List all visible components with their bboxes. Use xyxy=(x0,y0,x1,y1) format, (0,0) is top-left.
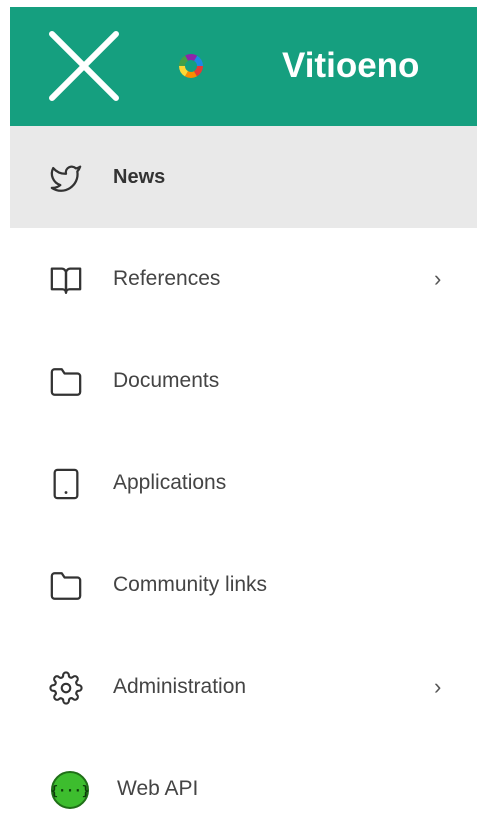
nav-item-community-links[interactable]: Community links xyxy=(10,534,477,636)
nav-item-applications[interactable]: Applications xyxy=(10,432,477,534)
api-icon: {···} xyxy=(50,770,90,810)
nav-label-web-api: Web API xyxy=(117,777,199,800)
chevron-right-icon: › xyxy=(434,266,442,291)
nav-item-documents[interactable]: Documents xyxy=(10,330,477,432)
nav-item-news[interactable]: News xyxy=(10,126,477,228)
svg-text:{···}: {···} xyxy=(50,784,89,799)
nav-item-web-api[interactable]: {···} Web API xyxy=(10,738,477,840)
twitter-bird-icon xyxy=(49,161,83,195)
colorful-ring-logo xyxy=(179,54,203,78)
app-logo[interactable] xyxy=(178,53,204,79)
nav-label-administration: Administration xyxy=(113,675,247,698)
folder-icon xyxy=(49,365,83,399)
book-icon xyxy=(49,263,83,297)
nav-label-documents: Documents xyxy=(113,369,220,392)
nav-item-references[interactable]: References › xyxy=(10,228,477,330)
navigation-drawer: Vitioeno News References › Documents App… xyxy=(0,0,477,816)
close-icon xyxy=(49,31,119,101)
tablet-icon xyxy=(49,467,83,501)
nav-menu: News References › Documents Applications… xyxy=(10,126,477,840)
app-title: Vitioeno xyxy=(282,46,420,85)
gear-icon xyxy=(49,671,83,705)
nav-item-administration[interactable]: Administration › xyxy=(10,636,477,738)
close-button[interactable] xyxy=(48,30,120,102)
nav-label-references: References xyxy=(113,267,221,290)
folder-icon xyxy=(49,569,83,603)
nav-label-community-links: Community links xyxy=(113,573,268,596)
nav-label-news: News xyxy=(113,166,166,188)
nav-label-applications: Applications xyxy=(113,471,227,494)
drawer-header: Vitioeno xyxy=(10,7,477,126)
chevron-right-icon: › xyxy=(434,674,442,699)
